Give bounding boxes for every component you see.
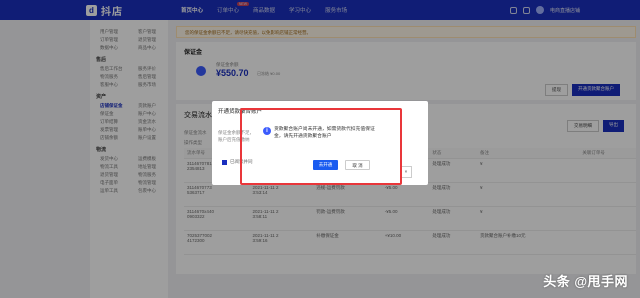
watermark: 头条 @甩手网 xyxy=(543,274,628,289)
checkbox-checked-icon xyxy=(222,159,227,165)
highlight-box xyxy=(240,108,402,185)
